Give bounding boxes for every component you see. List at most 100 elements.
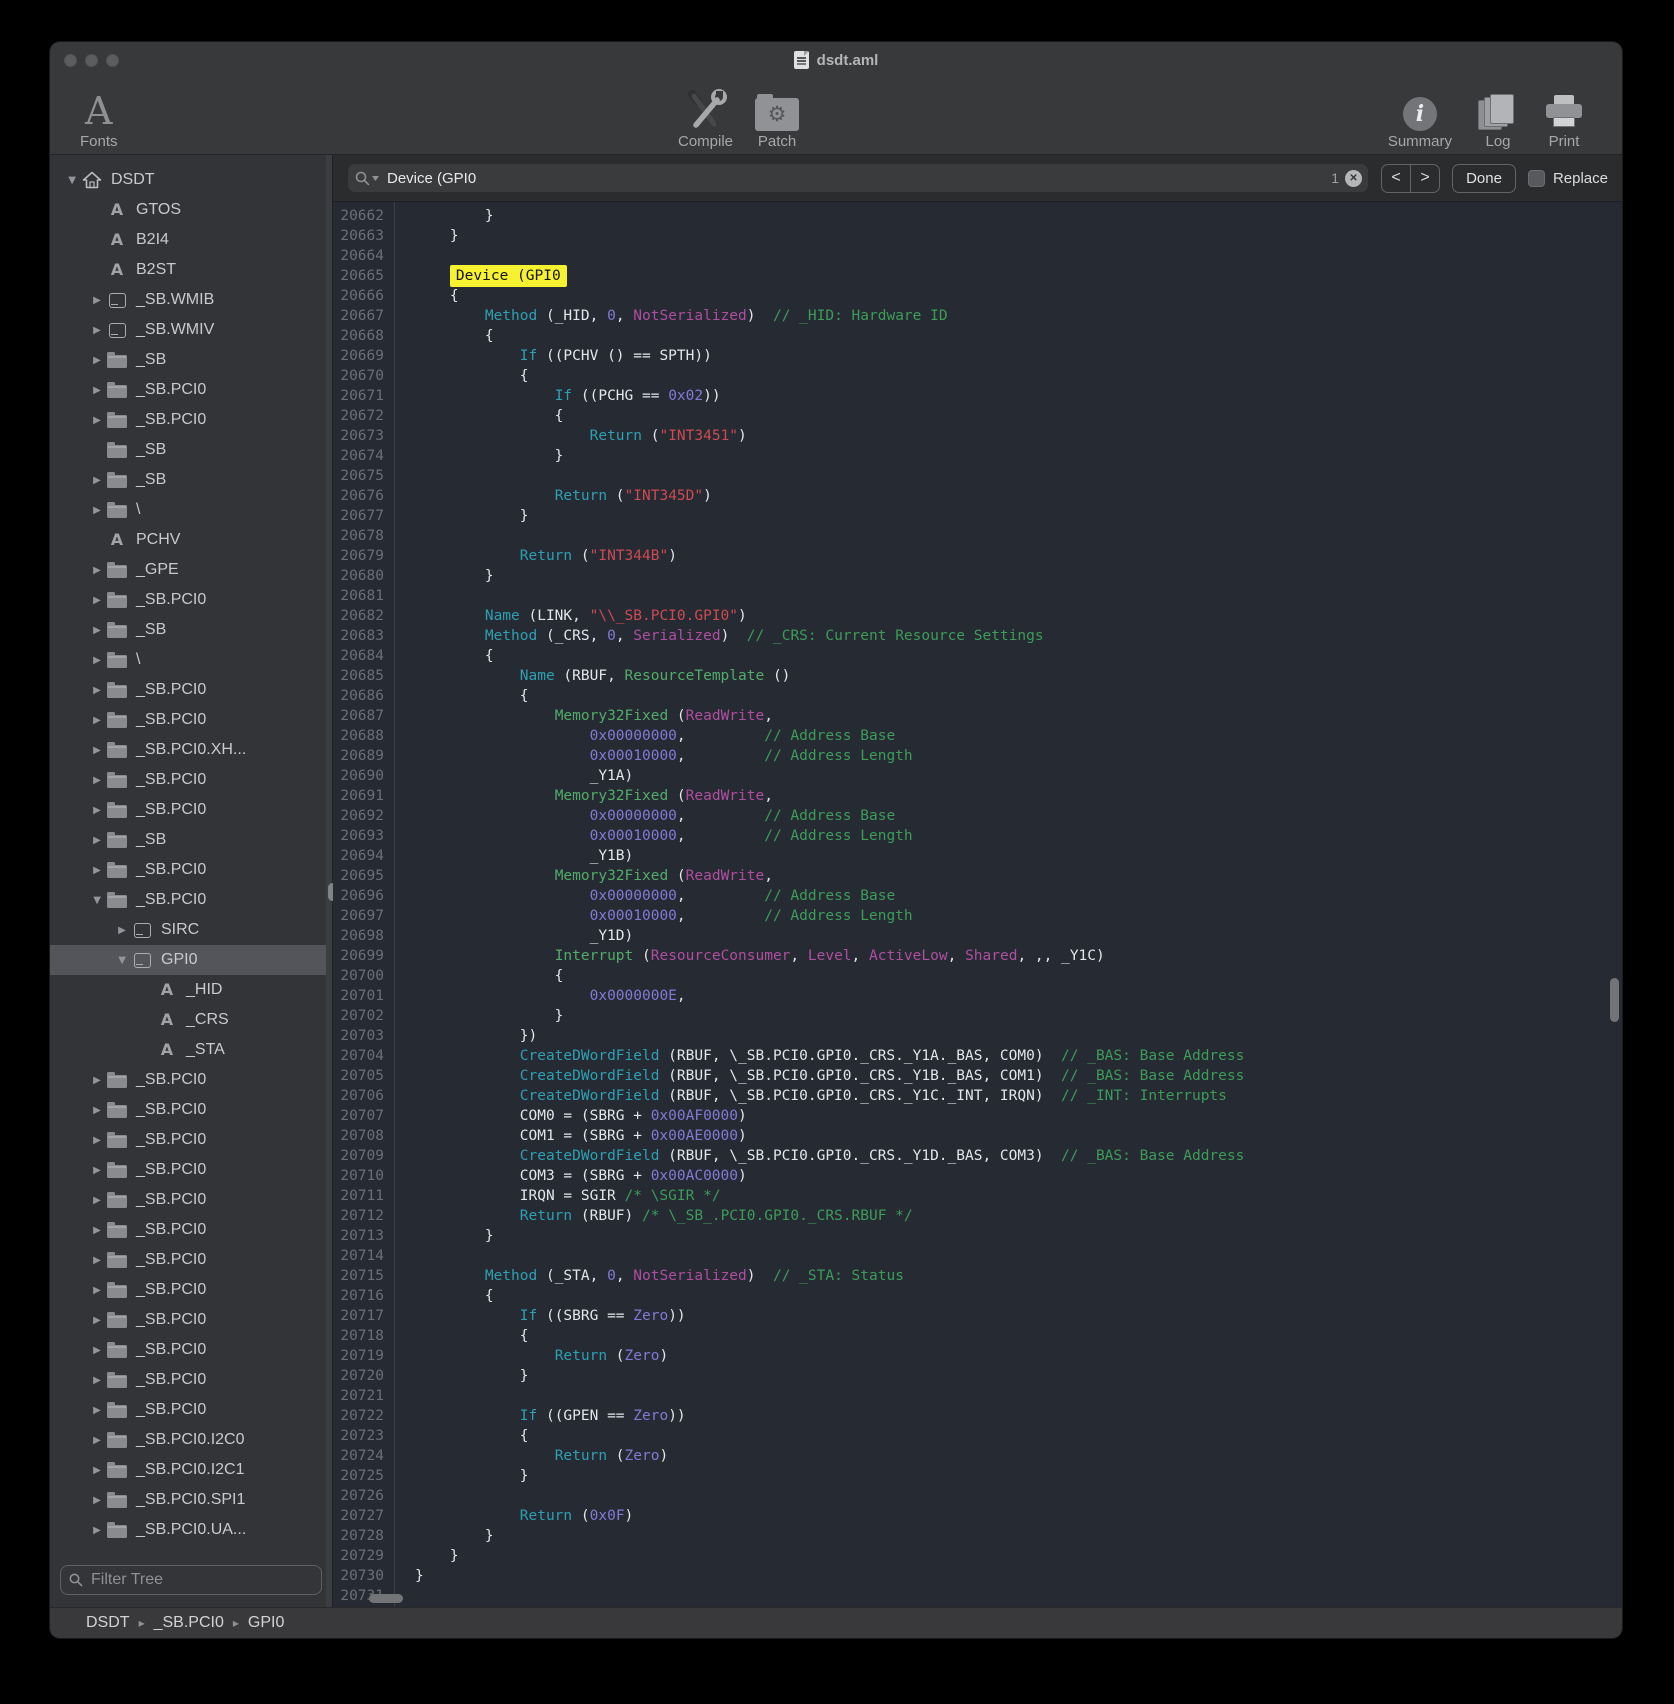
- tree-item[interactable]: ▶_CRS: [50, 1005, 332, 1035]
- disclosure-triangle[interactable]: ▶: [89, 1105, 105, 1116]
- tree-item[interactable]: ▶GPI0: [50, 945, 332, 975]
- tree-item[interactable]: ▶DSDT: [50, 165, 332, 195]
- disclosure-triangle[interactable]: ▶: [67, 172, 78, 188]
- tree-item[interactable]: ▶_SB.PCI0: [50, 1215, 332, 1245]
- disclosure-triangle[interactable]: ▶: [89, 385, 105, 396]
- disclosure-triangle[interactable]: ▶: [89, 1495, 105, 1506]
- tree-item[interactable]: ▶_SB.PCI0.XH...: [50, 735, 332, 765]
- tree-item[interactable]: ▶_HID: [50, 975, 332, 1005]
- tree-item[interactable]: ▶_SB.WMIV: [50, 315, 332, 345]
- disclosure-triangle[interactable]: ▶: [89, 1525, 105, 1536]
- disclosure-triangle[interactable]: ▶: [89, 1345, 105, 1356]
- find-previous-button[interactable]: <: [1382, 165, 1411, 192]
- tree-item[interactable]: ▶_SB.PCI0.UA...: [50, 1515, 332, 1545]
- tree-item[interactable]: ▶_SB.PCI0: [50, 885, 332, 915]
- filter-tree-input[interactable]: [89, 1570, 313, 1590]
- disclosure-triangle[interactable]: ▶: [89, 295, 105, 306]
- titlebar[interactable]: dsdt.aml: [50, 42, 1622, 78]
- tree-item[interactable]: ▶_SB.PCI0: [50, 585, 332, 615]
- replace-checkbox[interactable]: [1528, 170, 1545, 187]
- tree-item[interactable]: ▶SIRC: [50, 915, 332, 945]
- disclosure-triangle[interactable]: ▶: [89, 565, 105, 576]
- tree-item[interactable]: ▶_SB.PCI0: [50, 705, 332, 735]
- compile-button[interactable]: Compile: [678, 82, 733, 150]
- disclosure-triangle[interactable]: ▶: [89, 1255, 105, 1266]
- tree-item[interactable]: ▶_SB.PCI0.SPI1: [50, 1485, 332, 1515]
- tree-item[interactable]: ▶B2I4: [50, 225, 332, 255]
- print-button[interactable]: Print: [1544, 82, 1584, 150]
- tree-item[interactable]: ▶_SB.PCI0: [50, 1305, 332, 1335]
- done-button[interactable]: Done: [1452, 164, 1516, 193]
- zoom-button[interactable]: [106, 54, 119, 67]
- disclosure-triangle[interactable]: ▶: [114, 925, 130, 936]
- tree-item[interactable]: ▶_SB.PCI0: [50, 1395, 332, 1425]
- fonts-button[interactable]: A Fonts: [80, 82, 118, 150]
- tree-item[interactable]: ▶_SB.PCI0: [50, 405, 332, 435]
- disclosure-triangle[interactable]: ▶: [92, 892, 103, 908]
- disclosure-triangle[interactable]: ▶: [89, 355, 105, 366]
- tree-item[interactable]: ▶_SB.PCI0: [50, 1365, 332, 1395]
- disclosure-triangle[interactable]: ▶: [89, 415, 105, 426]
- disclosure-triangle[interactable]: ▶: [89, 1375, 105, 1386]
- tree-item[interactable]: ▶_SB.PCI0: [50, 1245, 332, 1275]
- breadcrumb-item[interactable]: DSDT: [86, 1614, 130, 1632]
- disclosure-triangle[interactable]: ▶: [89, 865, 105, 876]
- breadcrumb-item[interactable]: _SB.PCI0: [154, 1614, 224, 1632]
- tree-item[interactable]: ▶\: [50, 495, 332, 525]
- disclosure-triangle[interactable]: ▶: [89, 505, 105, 516]
- close-button[interactable]: [64, 54, 77, 67]
- document-proxy-icon[interactable]: [794, 51, 809, 69]
- code-area[interactable]: 2066220663206642066520666206672066820669…: [333, 202, 1622, 1607]
- tree-item[interactable]: ▶_SB.PCI0.I2C0: [50, 1425, 332, 1455]
- tree-item[interactable]: ▶_SB.PCI0: [50, 1185, 332, 1215]
- disclosure-triangle[interactable]: ▶: [89, 775, 105, 786]
- tree-item[interactable]: ▶_SB.PCI0: [50, 765, 332, 795]
- tree-item[interactable]: ▶\: [50, 645, 332, 675]
- disclosure-triangle[interactable]: ▶: [89, 685, 105, 696]
- tree-item[interactable]: ▶_SB.PCI0: [50, 1335, 332, 1365]
- tree-item[interactable]: ▶_SB.PCI0: [50, 1155, 332, 1185]
- tree-item[interactable]: ▶B2ST: [50, 255, 332, 285]
- tree-item[interactable]: ▶_SB: [50, 435, 332, 465]
- filter-tree-field[interactable]: [60, 1565, 322, 1595]
- disclosure-triangle[interactable]: ▶: [89, 1195, 105, 1206]
- vertical-scrollbar-thumb[interactable]: [1610, 978, 1619, 1022]
- disclosure-triangle[interactable]: ▶: [89, 325, 105, 336]
- find-next-button[interactable]: >: [1411, 165, 1439, 192]
- disclosure-triangle[interactable]: ▶: [89, 1225, 105, 1236]
- tree-item[interactable]: ▶_SB.PCI0: [50, 375, 332, 405]
- clear-search-button[interactable]: [1345, 170, 1362, 187]
- disclosure-triangle[interactable]: ▶: [89, 745, 105, 756]
- minimize-button[interactable]: [85, 54, 98, 67]
- tree-item[interactable]: ▶_GPE: [50, 555, 332, 585]
- tree-item[interactable]: ▶_SB: [50, 465, 332, 495]
- summary-button[interactable]: Summary: [1388, 82, 1452, 150]
- disclosure-triangle[interactable]: ▶: [89, 835, 105, 846]
- disclosure-triangle[interactable]: ▶: [89, 1135, 105, 1146]
- disclosure-triangle[interactable]: ▶: [89, 1075, 105, 1086]
- disclosure-triangle[interactable]: ▶: [89, 1285, 105, 1296]
- patch-button[interactable]: ⚙ Patch: [755, 82, 799, 150]
- tree-item[interactable]: ▶_SB: [50, 825, 332, 855]
- disclosure-triangle[interactable]: ▶: [89, 1405, 105, 1416]
- breadcrumb-item[interactable]: GPI0: [248, 1614, 284, 1632]
- log-button[interactable]: Log: [1478, 82, 1518, 150]
- search-input[interactable]: [385, 169, 1325, 188]
- disclosure-triangle[interactable]: ▶: [89, 1435, 105, 1446]
- disclosure-triangle[interactable]: ▶: [89, 715, 105, 726]
- disclosure-triangle[interactable]: ▶: [117, 952, 128, 968]
- disclosure-triangle[interactable]: ▶: [89, 1465, 105, 1476]
- tree-item[interactable]: ▶_SB.PCI0: [50, 1065, 332, 1095]
- tree-item[interactable]: ▶_SB: [50, 615, 332, 645]
- tree-item[interactable]: ▶_SB: [50, 345, 332, 375]
- tree-item[interactable]: ▶PCHV: [50, 525, 332, 555]
- disclosure-triangle[interactable]: ▶: [89, 475, 105, 486]
- disclosure-triangle[interactable]: ▶: [89, 625, 105, 636]
- tree-item[interactable]: ▶_SB.PCI0: [50, 855, 332, 885]
- tree-item[interactable]: ▶GTOS: [50, 195, 332, 225]
- horizontal-scrollbar-thumb[interactable]: [369, 1594, 403, 1603]
- tree-item[interactable]: ▶_SB.PCI0.I2C1: [50, 1455, 332, 1485]
- disclosure-triangle[interactable]: ▶: [89, 655, 105, 666]
- disclosure-triangle[interactable]: ▶: [89, 805, 105, 816]
- tree-item[interactable]: ▶_SB.PCI0: [50, 1095, 332, 1125]
